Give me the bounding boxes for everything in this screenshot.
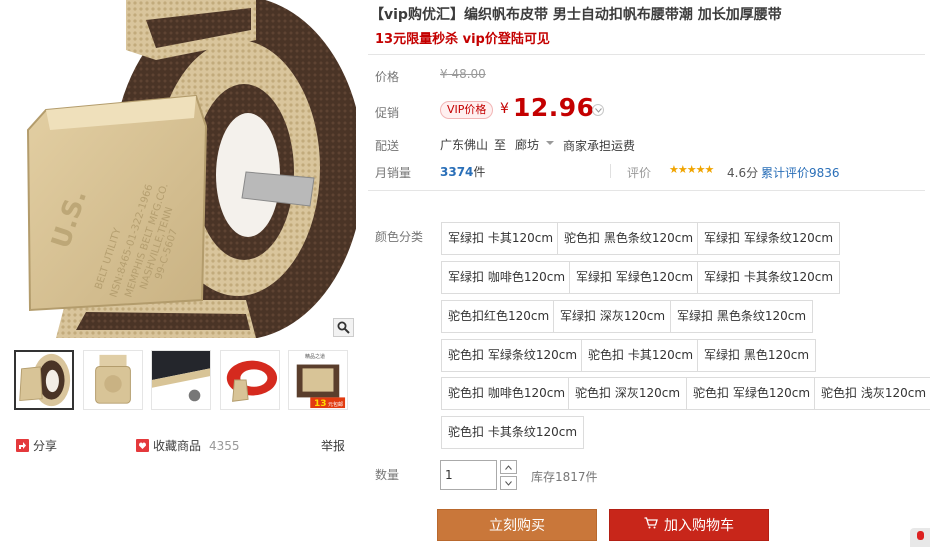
sku-option[interactable]: 驼色扣 咖啡色120cm <box>441 377 573 410</box>
sku-option[interactable]: 军绿扣 黑色120cm <box>697 339 817 372</box>
share-label: 分享 <box>33 439 58 453</box>
chevron-down-icon[interactable] <box>546 141 554 145</box>
sku-option[interactable]: 驼色扣 浅灰120cm <box>814 377 930 410</box>
divider <box>368 54 925 55</box>
thumbnail-strip: 精品之道 13 元包邮 <box>14 350 354 412</box>
chevron-down-icon[interactable] <box>500 476 517 490</box>
thumbnail-promo-header: 精品之道 <box>305 354 326 360</box>
add-to-cart-label: 加入购物车 <box>664 518 734 534</box>
stock-count: 库存1817件 <box>531 470 598 484</box>
divider <box>610 164 611 178</box>
sku-option[interactable]: 军绿扣 卡其120cm <box>441 222 561 255</box>
shipping-label: 配送 <box>375 139 400 153</box>
sku-option[interactable]: 军绿扣 深灰120cm <box>553 300 673 333</box>
report-label: 举报 <box>321 439 346 453</box>
buy-now-button[interactable]: 立刻购买 <box>437 509 597 541</box>
favorite-button[interactable]: 收藏商品 4355 <box>136 437 240 454</box>
total-reviews-link[interactable]: 累计评价9836 <box>761 164 840 181</box>
sku-option[interactable]: 驼色扣 黑色条纹120cm <box>557 222 701 255</box>
quantity-label: 数量 <box>375 468 400 482</box>
shipping-from: 广东佛山 <box>440 138 489 152</box>
vip-price-badge: VIP价格 <box>440 101 494 119</box>
sku-option[interactable]: 驼色扣 军绿条纹120cm <box>441 339 585 372</box>
sku-option[interactable]: 驼色扣 卡其条纹120cm <box>441 416 585 449</box>
thumbnail-promo-suffix: 元包邮 <box>328 402 344 408</box>
thumbnail-item[interactable] <box>14 350 74 410</box>
share-button[interactable]: 分享 <box>16 437 57 454</box>
chevron-up-icon[interactable] <box>500 460 517 474</box>
report-link[interactable]: 举报 <box>321 437 345 454</box>
favorite-count: 4355 <box>209 438 240 453</box>
product-title: 【vip购优汇】编织帆布皮带 男士自动扣帆布腰带潮 加长加厚腰带 <box>370 7 782 23</box>
favorite-label: 收藏商品 <box>153 439 202 453</box>
divider <box>368 190 925 191</box>
promo-price-label: 促销 <box>375 106 400 120</box>
orig-price: ¥ 48.00 <box>440 67 486 81</box>
monthly-sales-label: 月销量 <box>375 166 412 180</box>
sku-option[interactable]: 驼色扣 卡其120cm <box>581 339 701 372</box>
add-to-cart-button[interactable]: 加入购物车 <box>609 509 769 541</box>
sku-label: 颜色分类 <box>375 230 424 244</box>
sku-option[interactable]: 军绿扣 卡其条纹120cm <box>697 261 841 294</box>
monthly-sales: 3374件 <box>440 163 485 180</box>
share-row: 分享 收藏商品 4355 举报 <box>16 437 346 457</box>
thumbnail-item[interactable]: 精品之道 13 元包邮 <box>288 350 348 410</box>
thumbnail-item[interactable] <box>220 350 280 410</box>
currency-sign: ¥ <box>500 101 509 117</box>
rating-score: 4.6分 <box>727 166 759 180</box>
favorite-icon <box>136 439 149 452</box>
feedback-tab[interactable] <box>910 528 930 547</box>
share-icon <box>16 439 29 452</box>
thumbnail-promo-text: 13 <box>314 399 327 409</box>
main-product-image[interactable]: U.S. BELT UTILITY NSN:8465-01-322-1966 M… <box>6 0 356 338</box>
sku-option[interactable]: 军绿扣 咖啡色120cm <box>441 261 573 294</box>
rating-stars-icon: ★★★★★ <box>669 163 714 176</box>
cart-icon <box>644 517 658 533</box>
shipping-city-select[interactable]: 廊坊 <box>515 136 539 153</box>
monthly-sales-count: 3374 <box>440 165 474 179</box>
sku-option[interactable]: 军绿扣 军绿条纹120cm <box>697 222 841 255</box>
product-subtitle: 13元限量秒杀 vip价登陆可见 <box>375 32 550 47</box>
orig-price-label: 价格 <box>375 70 400 84</box>
sku-option[interactable]: 驼色扣 深灰120cm <box>568 377 688 410</box>
sku-option[interactable]: 驼色扣红色120cm <box>441 300 557 333</box>
current-price: 12.96 <box>513 93 595 122</box>
rating-label: 评价 <box>627 166 652 180</box>
sku-option[interactable]: 军绿扣 军绿色120cm <box>569 261 701 294</box>
sku-option[interactable]: 驼色扣 军绿色120cm <box>686 377 818 410</box>
thumbnail-item[interactable] <box>151 350 211 410</box>
sku-option[interactable]: 军绿扣 黑色条纹120cm <box>670 300 814 333</box>
chevron-down-icon[interactable] <box>592 104 604 116</box>
thumbnail-item[interactable] <box>83 350 143 410</box>
quantity-input[interactable] <box>440 460 497 490</box>
shipping-to-word: 至 <box>494 138 507 152</box>
magnifier-icon[interactable] <box>333 318 354 337</box>
shipping-fee: 商家承担运费 <box>563 139 636 153</box>
monthly-sales-unit: 件 <box>473 165 486 179</box>
